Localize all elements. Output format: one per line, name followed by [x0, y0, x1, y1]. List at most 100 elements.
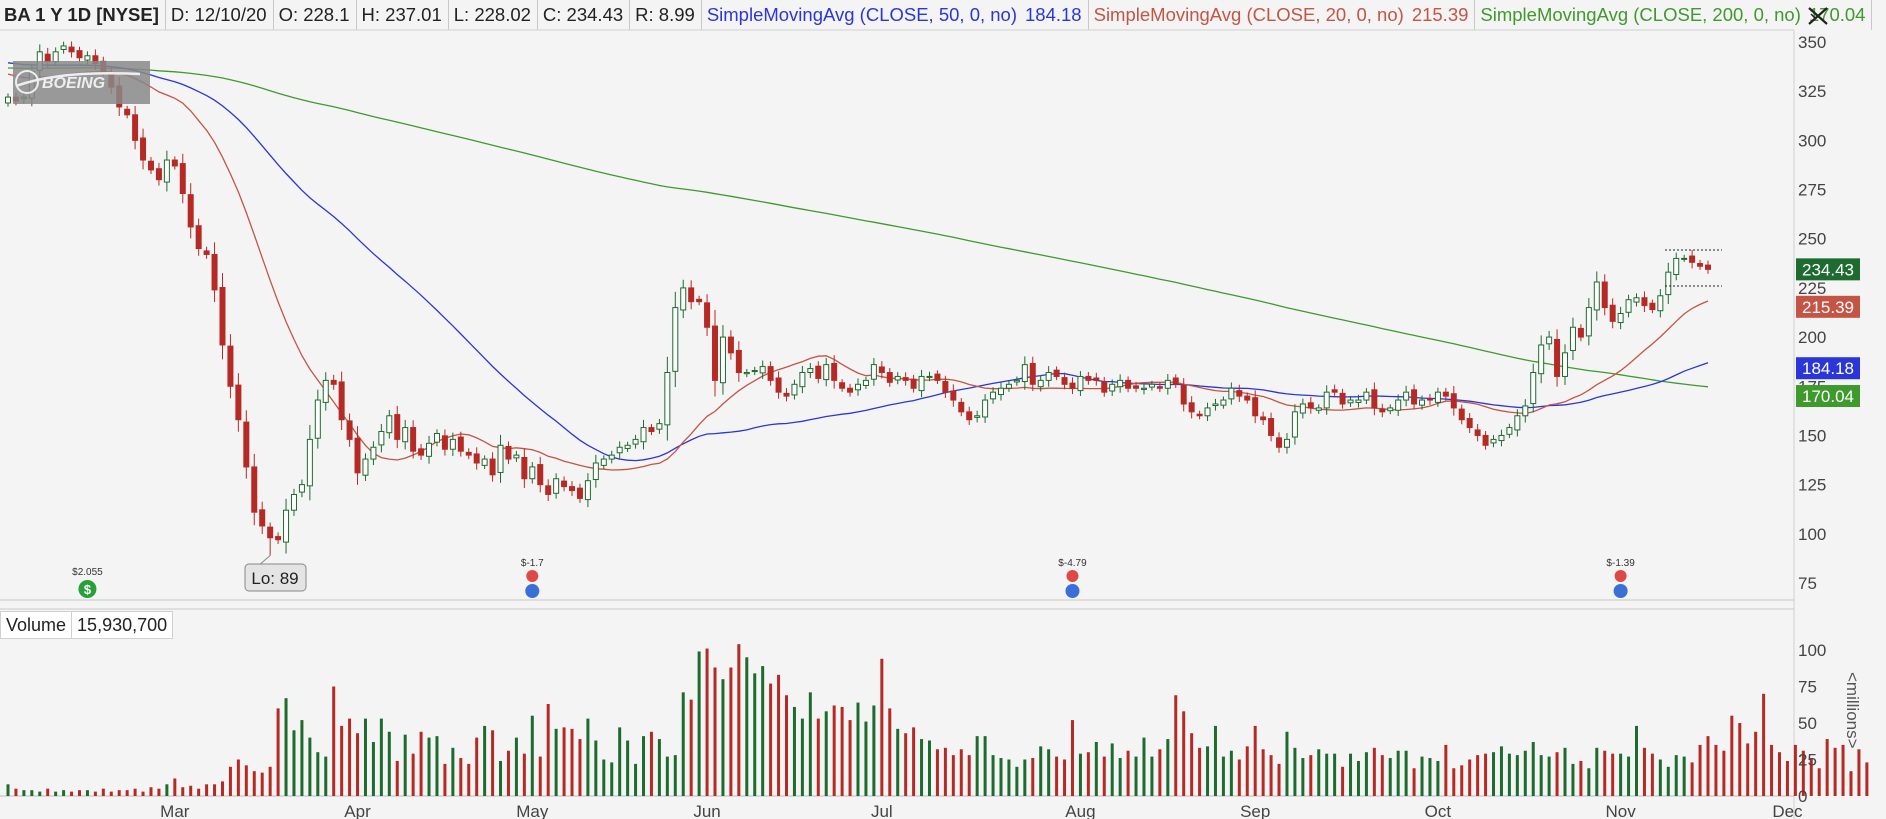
candle-body: [163, 159, 170, 183]
candle: [1212, 398, 1219, 411]
volume-bar: [1857, 749, 1861, 796]
volume-bar: [93, 791, 97, 796]
candle: [1411, 384, 1418, 410]
month-tick-label: Jul: [871, 802, 893, 819]
candle: [584, 473, 591, 508]
volume-bar: [1611, 753, 1615, 796]
candle-body: [1228, 387, 1235, 400]
volume-bar: [1102, 756, 1106, 796]
candle: [1315, 404, 1322, 414]
candle: [1689, 249, 1696, 269]
candle: [1681, 254, 1688, 262]
volume-bar: [1007, 759, 1011, 796]
candle-body: [1355, 399, 1362, 403]
candle: [346, 413, 353, 447]
month-tick-label: Mar: [160, 802, 190, 819]
volume-bar: [1841, 744, 1845, 796]
candle: [632, 434, 639, 449]
candle: [402, 419, 409, 450]
volume-bar: [1865, 762, 1869, 796]
volume-bar: [1198, 747, 1202, 796]
price-chart[interactable]: BOEING Lo: 89 $2.055 $ $-1.7 $-4.79 $-1.39 3…: [0, 0, 1886, 819]
volume-bar: [1039, 746, 1043, 796]
candle-body: [1474, 429, 1481, 436]
volume-bar: [634, 763, 638, 796]
candle-body: [1252, 397, 1259, 417]
month-tick-label: May: [516, 802, 549, 819]
candle-body: [1029, 362, 1036, 385]
volume-bar: [85, 790, 89, 796]
candle: [1371, 382, 1378, 416]
boeing-logo: BOEING: [13, 61, 150, 104]
month-tick-label: Oct: [1425, 802, 1452, 819]
volume-bar: [236, 759, 240, 796]
volume-bar: [1412, 768, 1416, 796]
candle-body: [179, 163, 186, 194]
candle: [1665, 262, 1672, 305]
volume-bar: [642, 736, 646, 796]
volume-bar: [133, 788, 137, 796]
volume-bar: [1515, 755, 1519, 796]
candle: [815, 361, 822, 384]
candle-body: [1212, 403, 1219, 407]
candle-body: [1299, 403, 1306, 414]
candle: [1601, 274, 1608, 316]
candle: [386, 409, 393, 439]
candle-body: [1514, 415, 1521, 431]
volume-bar: [1635, 725, 1639, 796]
candle-body: [1069, 382, 1076, 389]
volume-bar: [673, 755, 677, 796]
candle-body: [1498, 434, 1505, 442]
volume-bar: [30, 790, 34, 796]
candle: [481, 455, 488, 470]
volume-study-label[interactable]: Volume 15,930,700: [0, 611, 174, 639]
volume-bar: [1150, 756, 1154, 796]
volume-bar: [260, 772, 264, 796]
candle-body: [1085, 375, 1092, 381]
candle: [974, 410, 981, 423]
candle-body: [680, 287, 687, 311]
candle: [1450, 386, 1457, 416]
candle: [640, 419, 647, 450]
candle: [1180, 378, 1187, 412]
volume-bar: [1817, 768, 1821, 796]
candle: [1029, 356, 1036, 392]
volume-bar: [1229, 750, 1233, 796]
price-tick-label: 325: [1798, 82, 1826, 101]
candle-body: [1442, 391, 1449, 397]
price-tick-label: 200: [1798, 328, 1826, 347]
volume-bar: [705, 648, 709, 796]
volume-bar: [1579, 760, 1583, 796]
volume-bar: [840, 706, 844, 796]
volume-bar: [832, 705, 836, 796]
candle: [1331, 384, 1338, 398]
candle: [1069, 377, 1076, 395]
candle: [1307, 397, 1314, 414]
candle-body: [1117, 379, 1124, 388]
volume-bar: [792, 706, 796, 796]
volume-bar: [800, 718, 804, 796]
candle: [465, 448, 472, 460]
dividend-glyph: $: [84, 582, 92, 597]
price-tick-label: 250: [1798, 230, 1826, 249]
candle: [1291, 404, 1298, 445]
volume-bar: [951, 755, 955, 796]
candle: [950, 384, 957, 407]
candle-body: [696, 298, 703, 303]
event-label: $2.055: [72, 567, 103, 578]
candle: [680, 279, 687, 319]
volume-bar: [1825, 739, 1829, 796]
candle-body: [378, 431, 385, 446]
candle: [553, 473, 560, 499]
candle: [457, 431, 464, 457]
volume-bar: [530, 715, 534, 796]
candle-body: [910, 378, 917, 389]
candle: [1697, 259, 1704, 270]
candle: [775, 371, 782, 399]
candle-body: [402, 427, 409, 443]
volume-bar: [1762, 693, 1766, 796]
candle-body: [1705, 264, 1711, 270]
volume-bar: [316, 752, 320, 796]
candle-body: [839, 382, 846, 389]
volume-bar: [1055, 756, 1059, 796]
